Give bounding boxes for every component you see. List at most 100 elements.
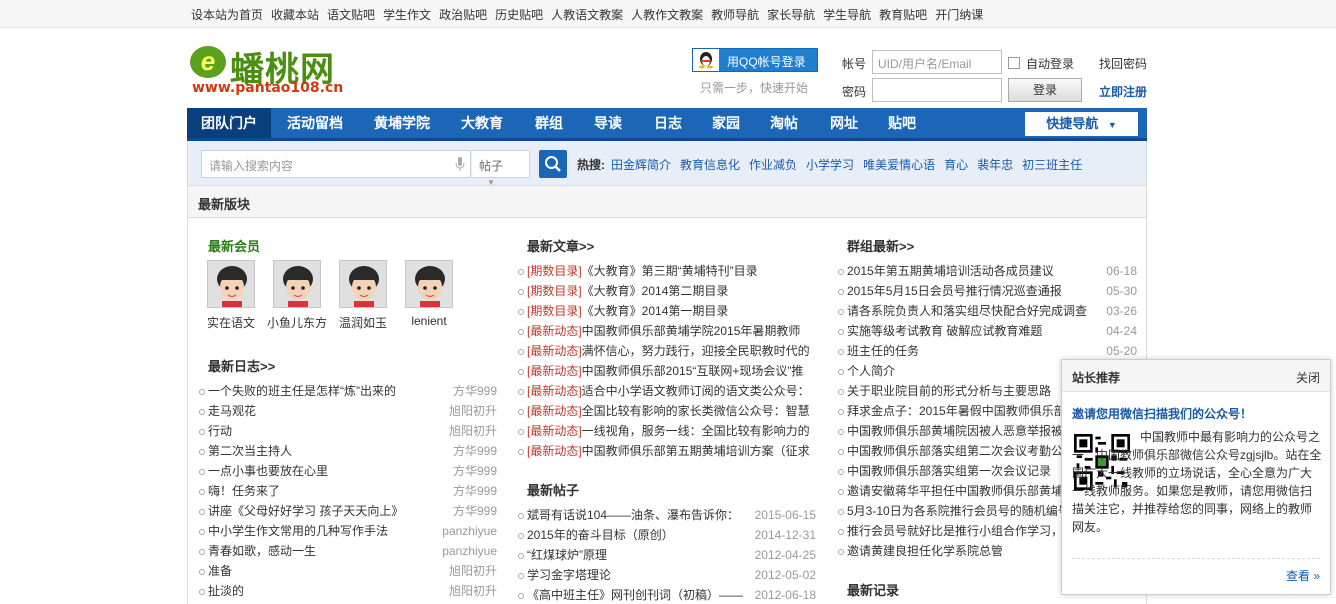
top-link[interactable]: 教育贴吧 (879, 6, 927, 23)
hot-search-link[interactable]: 作业减负 (749, 156, 797, 173)
list-item[interactable]: 一点小事也要放在心里 方华999 (198, 461, 497, 481)
member-name[interactable]: lenient (398, 314, 460, 328)
nav-item[interactable]: 日志 (643, 108, 693, 138)
nav-item[interactable]: 贴吧 (877, 108, 927, 138)
article-tag[interactable]: [最新动态] (527, 444, 582, 458)
hot-search-link[interactable]: 教育信息化 (680, 156, 740, 173)
post-title[interactable]: 学习金字塔理论 (527, 568, 611, 582)
list-item[interactable]: [最新动态]中国教师俱乐部黄埔学院2015年暑期教师 (517, 321, 815, 341)
blog-author[interactable]: 方华999 (448, 441, 497, 461)
top-link[interactable]: 人教语文教案 (551, 6, 623, 23)
article-tag[interactable]: [最新动态] (527, 384, 582, 398)
list-item[interactable]: 实施等级考试教育 破解应试教育难题 04-24 (837, 321, 1137, 341)
group-post-title[interactable]: 2015年第五期黄埔培训活动各成员建议 (847, 264, 1054, 278)
popup-more-link[interactable]: 查看 » (1286, 567, 1320, 584)
nav-item[interactable]: 网址 (819, 108, 869, 138)
group-post-title[interactable]: 5月3-10日为各系院推行会员号的随机编号 (847, 504, 1070, 518)
top-link[interactable]: 人教作文教案 (631, 6, 703, 23)
blog-author[interactable]: 旭阳初升 (444, 581, 497, 601)
member-item[interactable]: lenient (398, 260, 460, 328)
hot-search-link[interactable]: 育心 (944, 156, 968, 173)
find-password-link[interactable]: 找回密码 (1099, 55, 1147, 72)
microphone-icon[interactable] (455, 157, 465, 171)
top-link[interactable]: 学生作文 (383, 6, 431, 23)
article-title[interactable]: 中国教师俱乐部黄埔学院2015年暑期教师 (582, 324, 801, 338)
group-post-title[interactable]: 请各系院负责人和落实组尽快配合好完成调查 (847, 304, 1087, 318)
group-post-title[interactable]: 邀请黄建良担任化学系院总管 (847, 544, 1003, 558)
blogs-title[interactable]: 最新日志>> (208, 356, 275, 375)
list-item[interactable]: 第二次当主持人 方华999 (198, 441, 497, 461)
top-link[interactable]: 学生导航 (823, 6, 871, 23)
list-item[interactable]: “红煤球炉”原理 2012-04-25 (517, 545, 816, 565)
list-item[interactable]: 2015年的奋斗目标（原创） 2014-12-31 (517, 525, 816, 545)
qq-login-button[interactable]: 用QQ帐号登录 (692, 48, 818, 72)
post-title[interactable]: 《高中班主任》网刊创刊词（初稿）—— (527, 588, 743, 602)
top-link[interactable]: 语文贴吧 (327, 6, 375, 23)
article-tag[interactable]: [期数目录] (527, 264, 582, 278)
list-item[interactable]: 扯淡的 旭阳初升 (198, 581, 497, 601)
article-title[interactable]: 《大教育》2014第一期目录 (582, 304, 729, 318)
blog-author[interactable]: 方华999 (448, 381, 497, 401)
list-item[interactable]: 2015年第五期黄埔培训活动各成员建议 06-18 (837, 261, 1137, 281)
hot-search-link[interactable]: 田金辉简介 (611, 156, 671, 173)
list-item[interactable]: 2015年5月15日会员号推行情况巡查通报 05-30 (837, 281, 1137, 301)
popup-close-button[interactable]: 关闭 (1296, 369, 1320, 386)
group-post-title[interactable]: 邀请安徽蒋华平担任中国教师俱乐部黄埔 (847, 484, 1063, 498)
avatar[interactable] (273, 260, 321, 308)
group-post-title[interactable]: 拜求金点子：2015年暑假中国教师俱乐部 (847, 404, 1066, 418)
article-tag[interactable]: [期数目录] (527, 284, 582, 298)
site-logo[interactable]: e 蟠桃网 www.pantao108.cn (190, 42, 370, 98)
article-title[interactable]: 中国教师俱乐部2015“互联网+现场会议”推 (582, 364, 804, 378)
blog-author[interactable]: 方华999 (448, 501, 497, 521)
article-tag[interactable]: [最新动态] (527, 344, 582, 358)
group-post-title[interactable]: 个人简介 (847, 364, 895, 378)
article-tag[interactable]: [最新动态] (527, 364, 582, 378)
top-link[interactable]: 设本站为首页 (191, 6, 263, 23)
password-input[interactable] (872, 78, 1002, 102)
nav-item[interactable]: 淘帖 (759, 108, 809, 138)
list-item[interactable]: [期数目录]《大教育》第三期“黄埔特刊”目录 (517, 261, 815, 281)
hot-search-link[interactable]: 初三班主任 (1022, 156, 1082, 173)
auto-login-checkbox[interactable] (1008, 57, 1020, 69)
blog-title[interactable]: 扯淡的 (208, 584, 244, 598)
blog-author[interactable]: panzhiyue (438, 541, 497, 561)
list-item[interactable]: 青春如歌，感动一生 panzhiyue (198, 541, 497, 561)
list-item[interactable]: 走马观花 旭阳初升 (198, 401, 497, 421)
article-tag[interactable]: [最新动态] (527, 404, 582, 418)
groups-title[interactable]: 群组最新>> (847, 236, 914, 255)
blog-author[interactable]: 方华999 (448, 461, 497, 481)
popup-subtitle[interactable]: 邀请您用微信扫描我们的公众号！ (1072, 405, 1252, 422)
list-item[interactable]: [最新动态]适合中小学语文教师订阅的语文类公众号： (517, 381, 815, 401)
blog-title[interactable]: 一个失败的班主任是怎样“炼”出来的 (208, 384, 396, 398)
nav-item[interactable]: 大教育 (449, 108, 515, 138)
blog-title[interactable]: 青春如歌，感动一生 (208, 544, 316, 558)
search-type-select[interactable]: 帖子 ▼ (472, 150, 530, 187)
group-post-title[interactable]: 中国教师俱乐部落实组第一次会议记录 (847, 464, 1051, 478)
blog-title[interactable]: 一点小事也要放在心里 (208, 464, 328, 478)
list-item[interactable]: 斌哥有话说104——油条、瀑布告诉你： 2015-06-15 (517, 505, 816, 525)
avatar[interactable] (339, 260, 387, 308)
nav-item[interactable]: 群组 (523, 108, 575, 138)
group-post-title[interactable]: 关于职业院目前的形式分析与主要思路 (847, 384, 1051, 398)
top-link[interactable]: 政治贴吧 (439, 6, 487, 23)
member-name[interactable]: 小鱼儿东方 (266, 314, 328, 331)
list-item[interactable]: 讲座《父母好好学习 孩子天天向上》 方华999 (198, 501, 497, 521)
list-item[interactable]: [最新动态]中国教师俱乐部2015“互联网+现场会议”推 (517, 361, 815, 381)
article-title[interactable]: 适合中小学语文教师订阅的语文类公众号： (582, 384, 810, 398)
list-item[interactable]: [最新动态]满怀信心，努力践行，迎接全民职教时代的 (517, 341, 815, 361)
post-title[interactable]: 2015年的奋斗目标（原创） (527, 528, 674, 542)
member-item[interactable]: 小鱼儿东方 (266, 260, 328, 331)
list-item[interactable]: [期数目录]《大教育》2014第二期目录 (517, 281, 815, 301)
blog-author[interactable]: 旭阳初升 (444, 421, 497, 441)
account-input[interactable]: UID/用户名/Email (872, 50, 1002, 74)
article-tag[interactable]: [最新动态] (527, 324, 582, 338)
articles-title[interactable]: 最新文章>> (527, 236, 594, 255)
blog-author[interactable]: panzhiyue (438, 521, 497, 541)
group-post-title[interactable]: 实施等级考试教育 破解应试教育难题 (847, 324, 1042, 338)
post-title[interactable]: “红煤球炉”原理 (527, 548, 607, 562)
blog-title[interactable]: 讲座《父母好好学习 孩子天天向上》 (208, 504, 403, 518)
blog-author[interactable]: 方华999 (448, 481, 497, 501)
nav-item[interactable]: 团队门户 (187, 108, 271, 138)
nav-item[interactable]: 家园 (701, 108, 751, 138)
list-item[interactable]: 班主任的任务 05-20 (837, 341, 1137, 361)
